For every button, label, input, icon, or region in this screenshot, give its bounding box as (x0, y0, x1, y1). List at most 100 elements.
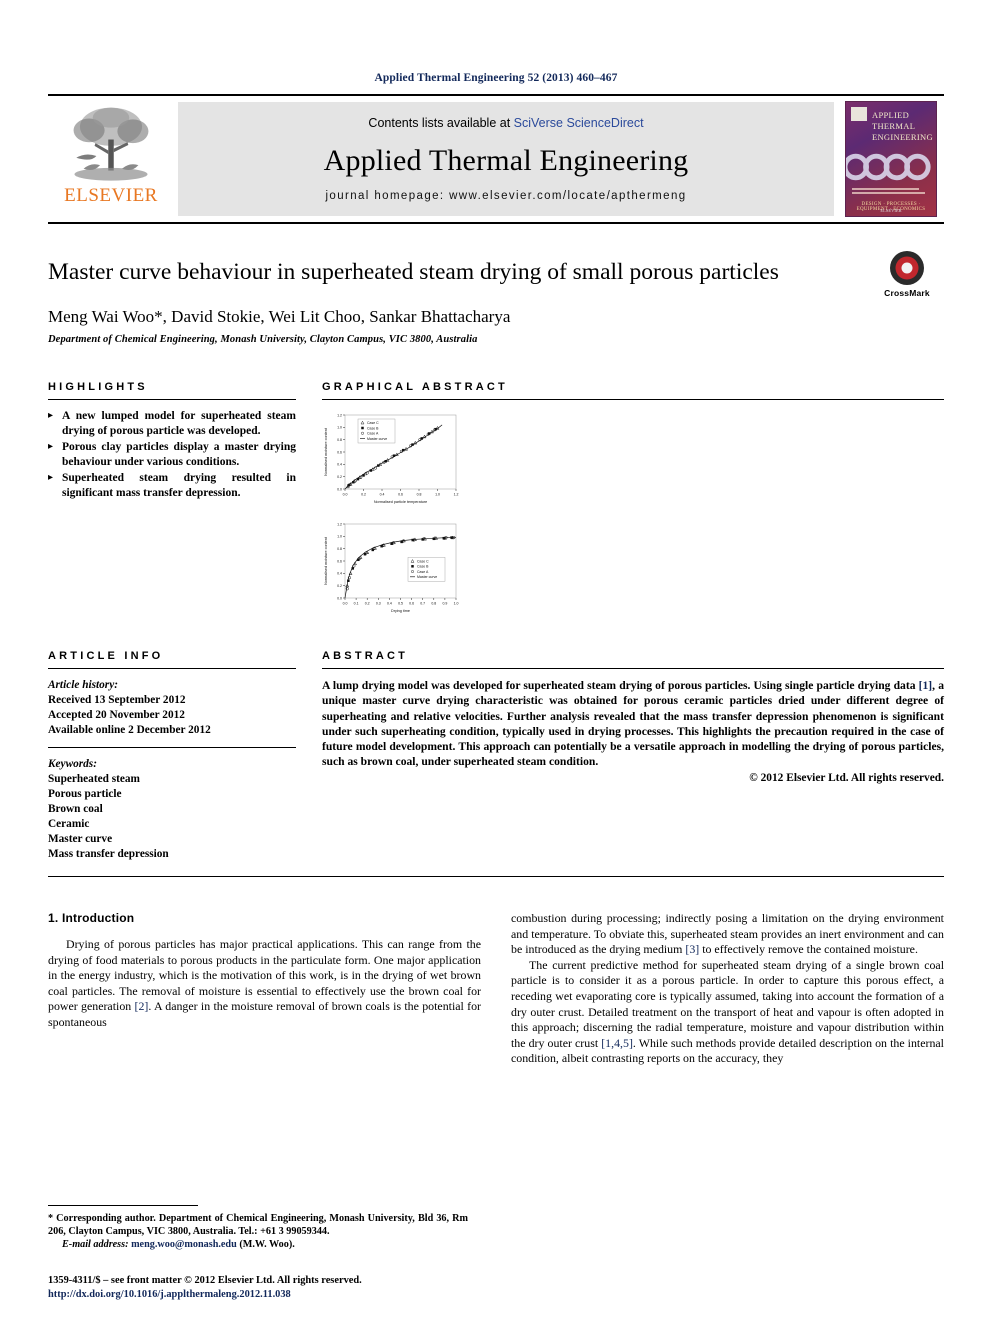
list-item: Superheated steam drying resulted in sig… (48, 471, 296, 500)
svg-text:0.1: 0.1 (354, 602, 359, 606)
svg-text:0.6: 0.6 (409, 602, 414, 606)
email-note: E-mail address: meng.woo@monash.edu (M.W… (48, 1238, 468, 1251)
svg-text:0.0: 0.0 (337, 487, 342, 491)
svg-text:0.8: 0.8 (431, 602, 436, 606)
keywords-label: Keywords: (48, 758, 97, 770)
svg-text:0.4: 0.4 (387, 602, 392, 606)
email-link[interactable]: meng.woo@monash.edu (131, 1239, 237, 1250)
email-label: E-mail address: (62, 1239, 129, 1250)
keyword-item: Superheated steam (48, 773, 140, 785)
svg-text:1.0: 1.0 (337, 426, 342, 430)
svg-text:Case C: Case C (417, 559, 429, 563)
svg-text:0.4: 0.4 (337, 572, 342, 576)
svg-text:0.2: 0.2 (365, 602, 370, 606)
graphical-abstract-figures: 0.0 0.2 0.4 0.6 0.8 1.0 1.2 0.0 0.2 0.4 0.6 0.8 1.0 1… (322, 410, 944, 620)
chart-2: 0.0 0.1 0.2 0.3 0.4 0.5 0.6 0.7 0.8 0.9 1.0 0.0 0.2 0… (322, 519, 944, 620)
elsevier-tree-icon (73, 107, 149, 181)
crossmark-label: CrossMark (884, 288, 930, 298)
graphical-abstract-heading: GRAPHICAL ABSTRACT (322, 381, 508, 393)
svg-text:0.8: 0.8 (337, 438, 342, 442)
abstract-citation-1[interactable]: [1] (919, 679, 933, 692)
svg-text:0.8: 0.8 (417, 493, 422, 497)
chart-2-svg: 0.0 0.1 0.2 0.3 0.4 0.5 0.6 0.7 0.8 0.9 1.0 0.0 0.2 0… (324, 522, 458, 613)
email-suffix: (M.W. Woo). (239, 1239, 295, 1250)
cover-title-line-3: ENGINEERING (872, 132, 933, 142)
svg-text:0.6: 0.6 (398, 493, 403, 497)
svg-text:Case A: Case A (367, 432, 379, 436)
abstract-heading: ABSTRACT (322, 650, 409, 662)
chart-1-svg: 0.0 0.2 0.4 0.6 0.8 1.0 1.2 0.0 0.2 0.4 0.6 0.8 1.0 1… (324, 413, 459, 504)
chart-1: 0.0 0.2 0.4 0.6 0.8 1.0 1.2 0.0 0.2 0.4 0.6 0.8 1.0 1… (322, 410, 944, 511)
svg-text:1.0: 1.0 (435, 493, 440, 497)
cover-elsevier-mark (851, 107, 867, 121)
svg-text:0.4: 0.4 (337, 463, 342, 467)
running-head: Applied Thermal Engineering 52 (2013) 46… (374, 72, 618, 84)
contents-available-line: Contents lists available at SciVerse Sci… (368, 116, 643, 130)
article-info-rule (48, 668, 296, 669)
keyword-item: Master curve (48, 833, 113, 845)
svg-text:Normalised particle temperatur: Normalised particle temperature (374, 500, 427, 504)
highlights-list: A new lumped model for superheated steam… (48, 409, 296, 500)
journal-cover-block: APPLIED THERMAL ENGINEERING DESIGN · PRO… (834, 96, 944, 222)
paragraph: combustion during processing; indirectly… (511, 911, 944, 958)
svg-text:Master curve: Master curve (367, 437, 387, 441)
svg-text:0.0: 0.0 (337, 596, 342, 600)
paragraph: Drying of porous particles has major pra… (48, 937, 481, 1031)
body-citation-145[interactable]: [1,4,5] (601, 1036, 633, 1050)
article-history-label: Article history: (48, 679, 118, 691)
keyword-item: Porous particle (48, 788, 122, 800)
highlights-heading: HIGHLIGHTS (48, 381, 148, 393)
highlights-column: HIGHLIGHTS A new lumped model for superh… (48, 381, 296, 628)
svg-text:0.7: 0.7 (420, 602, 425, 606)
section-heading-introduction: 1. Introduction (48, 911, 135, 925)
svg-text:Normalised moisture content: Normalised moisture content (324, 427, 328, 476)
cover-rings-graphic (846, 153, 931, 181)
crossmark-badge[interactable]: CrossMark (870, 250, 944, 298)
svg-text:0.0: 0.0 (343, 493, 348, 497)
keyword-item: Brown coal (48, 803, 103, 815)
abstract-part-1: A lump drying model was developed for su… (322, 679, 919, 692)
svg-text:Case C: Case C (367, 421, 379, 425)
page-title: Master curve behaviour in superheated st… (48, 259, 779, 285)
doi-link[interactable]: http://dx.doi.org/10.1016/j.applthermale… (48, 1288, 508, 1302)
highlights-rule (48, 399, 296, 400)
issn-footer: 1359-4311/$ – see front matter © 2012 El… (48, 1274, 508, 1301)
svg-text:0.2: 0.2 (337, 475, 342, 479)
journal-title: Applied Thermal Engineering (323, 144, 689, 177)
svg-text:Normalised moisture content: Normalised moisture content (324, 536, 328, 585)
article-history-accepted: Accepted 20 November 2012 (48, 709, 185, 721)
body-column-left: 1. Introduction Drying of porous particl… (48, 911, 481, 1067)
svg-text:0.8: 0.8 (337, 547, 342, 551)
svg-text:0.9: 0.9 (442, 602, 447, 606)
article-history-received: Received 13 September 2012 (48, 694, 186, 706)
footnote-rule (48, 1205, 198, 1206)
copyright-line: © 2012 Elsevier Ltd. All rights reserved… (749, 771, 944, 784)
svg-text:0.6: 0.6 (337, 450, 342, 454)
abstract-text: A lump drying model was developed for su… (322, 678, 944, 770)
svg-text:0.3: 0.3 (376, 602, 381, 606)
keyword-item: Ceramic (48, 818, 90, 830)
cover-title-line-2: THERMAL (872, 121, 916, 131)
section-divider (48, 876, 944, 877)
highlights-graphical-row: HIGHLIGHTS A new lumped model for superh… (48, 381, 944, 628)
keywords-block: Keywords: Superheated steam Porous parti… (48, 747, 296, 862)
footnote-area: * Corresponding author. Department of Ch… (48, 1205, 468, 1251)
journal-homepage-link[interactable]: journal homepage: www.elsevier.com/locat… (325, 190, 686, 202)
svg-text:0.4: 0.4 (380, 493, 385, 497)
cover-title: APPLIED THERMAL ENGINEERING (872, 110, 933, 143)
sciencedirect-link[interactable]: SciVerse ScienceDirect (514, 116, 644, 130)
crossmark-icon (889, 250, 925, 286)
body-citation-2[interactable]: [2] (135, 999, 149, 1013)
body-column-right: combustion during processing; indirectly… (511, 911, 944, 1067)
body-columns: 1. Introduction Drying of porous particl… (48, 911, 944, 1067)
article-info-heading: ARTICLE INFO (48, 650, 164, 662)
svg-text:1.2: 1.2 (454, 493, 459, 497)
issn-line: 1359-4311/$ – see front matter © 2012 El… (48, 1275, 362, 1286)
body-citation-3[interactable]: [3] (685, 942, 699, 956)
svg-text:0.2: 0.2 (337, 584, 342, 588)
title-block: Master curve behaviour in superheated st… (48, 251, 944, 345)
abstract-rule (322, 668, 944, 669)
graphical-abstract-rule (322, 399, 944, 400)
svg-text:1.2: 1.2 (337, 522, 342, 526)
svg-text:1.0: 1.0 (337, 535, 342, 539)
